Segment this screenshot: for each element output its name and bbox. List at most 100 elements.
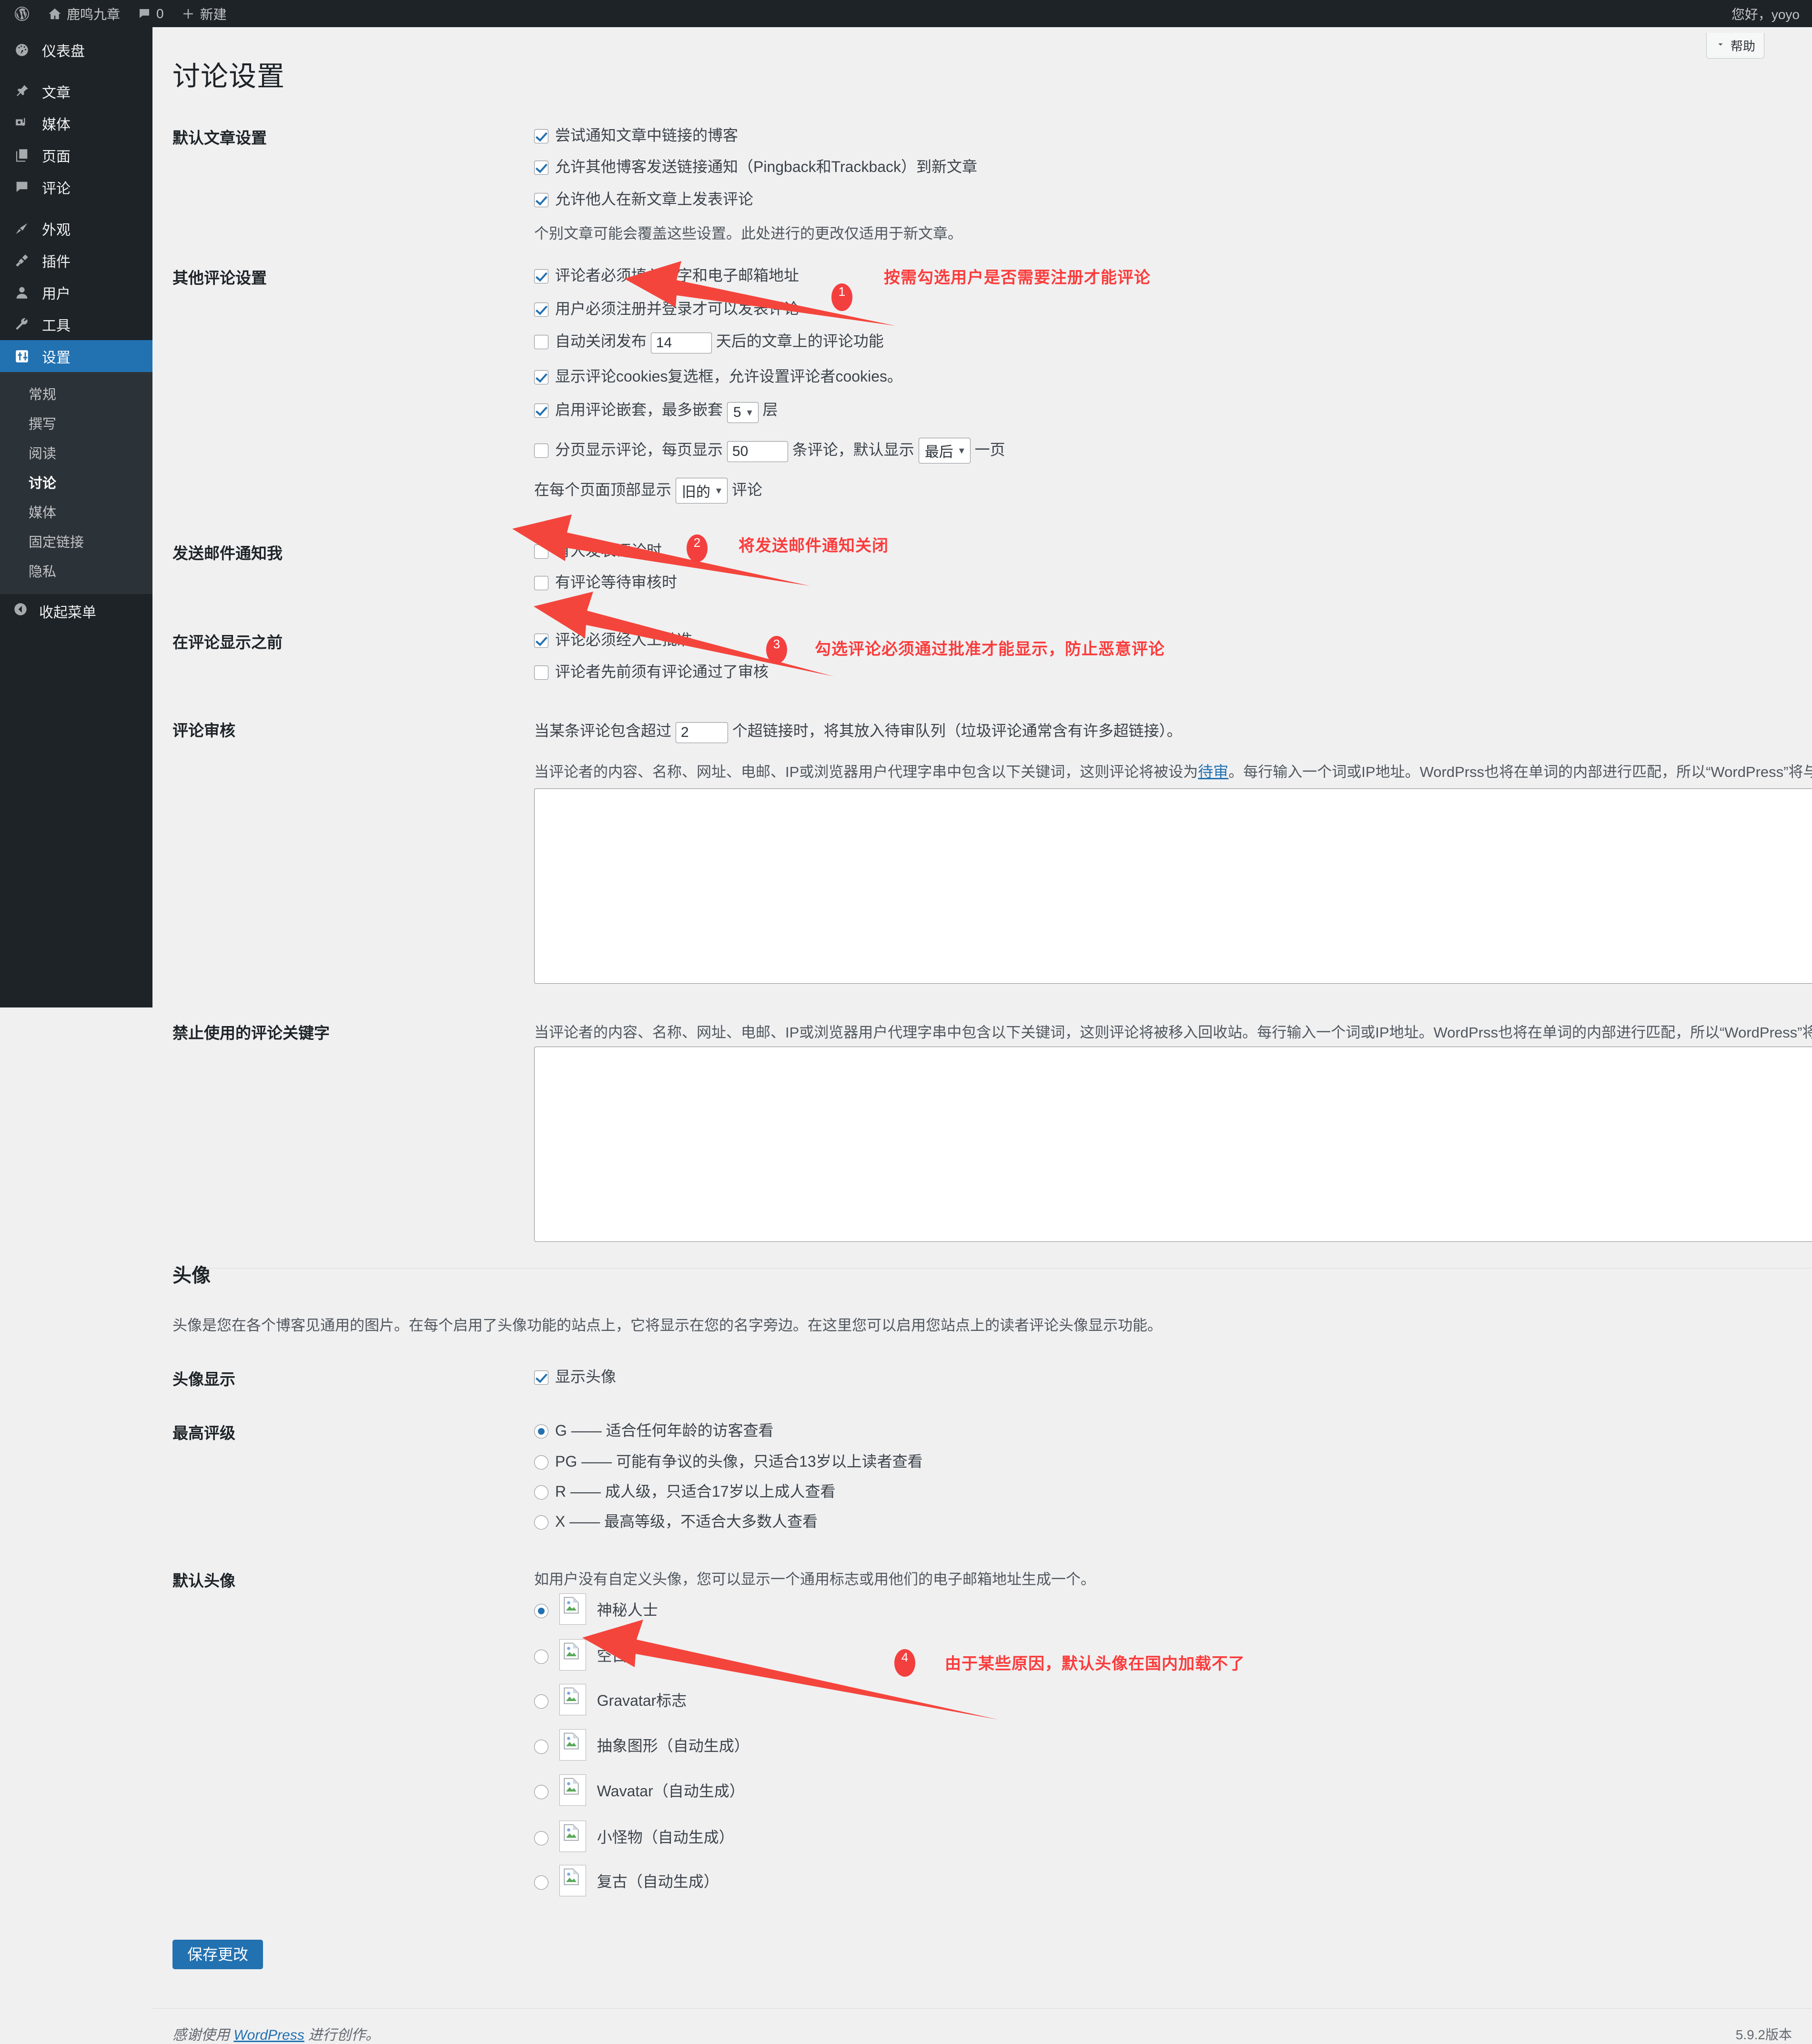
before-display-option-manual-approve[interactable]: 评论必须经人工批准	[534, 628, 692, 650]
sidebar-item-users[interactable]: 用户	[0, 276, 152, 308]
moderation-desc-link[interactable]: 待审	[1198, 763, 1228, 780]
option-label: 空白	[597, 1647, 628, 1664]
default-avatar-option-retro[interactable]: 复古（自动生成）	[534, 1865, 719, 1896]
before-display-option-previously-approved[interactable]: 评论者先前须有评论通过了审核	[534, 660, 769, 682]
sidebar-item-label: 仪表盘	[42, 43, 85, 60]
other-comment-option-require-registration[interactable]: 用户必须注册并登录才可以发表评论	[534, 297, 799, 319]
wordpress-link[interactable]: WordPress	[233, 2027, 304, 2043]
other-comment-option-name-email[interactable]: 评论者必须填入名字和电子邮箱地址	[534, 263, 799, 285]
sidebar-item-comments[interactable]: 评论	[0, 171, 152, 203]
default-avatar-option-identicon[interactable]: 抽象图形（自动生成）	[534, 1729, 749, 1761]
option-suffix: 天后的文章上的评论功能	[716, 332, 884, 350]
other-comment-option-auto-close[interactable]: 自动关闭发布 14 天后的文章上的评论功能	[534, 329, 884, 353]
checkbox[interactable]	[534, 161, 548, 175]
avatar-rating-option-pg[interactable]: PG —— 可能有争议的头像，只适合13岁以上读者查看	[534, 1450, 923, 1471]
default-avatar-option-blank[interactable]: 空白	[534, 1639, 628, 1671]
other-comment-option-cookies[interactable]: 显示评论cookies复选框，允许设置评论者cookies。	[534, 364, 902, 386]
radio[interactable]	[534, 1831, 548, 1845]
option-label: 复古（自动生成）	[597, 1873, 719, 1890]
default-avatar-option-wavatar[interactable]: Wavatar（自动生成）	[534, 1774, 745, 1806]
annotation-dot-2: 2	[687, 534, 708, 562]
checkbox[interactable]	[534, 269, 548, 283]
checkbox[interactable]	[534, 193, 548, 207]
default-avatar-option-monsterid[interactable]: 小怪物（自动生成）	[534, 1821, 734, 1852]
sidebar-item-reading[interactable]: 阅读	[0, 438, 152, 467]
radio[interactable]	[534, 1694, 548, 1709]
checkbox[interactable]	[534, 1370, 548, 1385]
radio[interactable]	[534, 1424, 548, 1439]
checkbox[interactable]	[534, 443, 548, 458]
checkbox[interactable]	[534, 665, 548, 680]
option-suffix: 层	[762, 401, 778, 418]
sidebar-item-media[interactable]: 媒体	[0, 107, 152, 139]
collapse-menu-button[interactable]: 收起菜单	[0, 594, 152, 628]
default-post-option-3[interactable]: 允许他人在新文章上发表评论	[534, 187, 753, 209]
sidebar-item-pages[interactable]: 页面	[0, 139, 152, 171]
moderation-label: 评论审核	[172, 722, 235, 739]
email-notify-option-new-comment[interactable]: 有人发表评论时	[534, 539, 662, 561]
auto-close-days-input[interactable]: 14	[650, 332, 712, 353]
radio[interactable]	[534, 1740, 548, 1754]
admin-bar-new[interactable]: 新建	[172, 0, 235, 27]
sidebar-item-general[interactable]: 常规	[0, 379, 152, 408]
sidebar-item-media-settings[interactable]: 媒体	[0, 497, 152, 526]
checkbox[interactable]	[534, 634, 548, 648]
radio[interactable]	[534, 1875, 548, 1890]
moderation-links-row[interactable]: 当某条评论包含超过 2 个超链接时，将其放入待审队列（垃圾评论通常含有许多超链接…	[534, 719, 1182, 743]
default-post-option-1[interactable]: 尝试通知文章中链接的博客	[534, 123, 738, 145]
sidebar-item-settings[interactable]: 设置	[0, 340, 152, 372]
default-page-select[interactable]: 最后 ▾	[918, 438, 971, 463]
chevron-down-icon: ▾	[716, 484, 721, 496]
sidebar-item-discussion[interactable]: 讨论	[0, 467, 152, 497]
thread-depth-select[interactable]: 5 ▾	[727, 402, 759, 423]
radio[interactable]	[534, 1785, 548, 1799]
wordpress-logo-icon[interactable]	[5, 0, 39, 27]
checkbox[interactable]	[534, 403, 548, 418]
sidebar-item-appearance[interactable]: 外观	[0, 212, 152, 244]
home-icon	[48, 7, 62, 21]
checkbox[interactable]	[534, 129, 548, 143]
other-comment-option-paging[interactable]: 分页显示评论，每页显示 50 条评论，默认显示 最后 ▾ 一页	[534, 438, 1005, 463]
radio[interactable]	[534, 1515, 548, 1530]
email-notify-option-held-comment[interactable]: 有评论等待审核时	[534, 570, 677, 592]
other-comment-option-threaded[interactable]: 启用评论嵌套，最多嵌套 5 ▾ 层	[534, 398, 778, 423]
moderation-links-input[interactable]: 2	[675, 722, 728, 743]
checkbox[interactable]	[534, 302, 548, 317]
avatar-display-option[interactable]: 显示头像	[534, 1365, 616, 1387]
default-avatar-option-gravatar-logo[interactable]: Gravatar标志	[534, 1684, 687, 1715]
comment-order-select[interactable]: 旧的 ▾	[675, 478, 728, 503]
sidebar-item-privacy[interactable]: 隐私	[0, 556, 152, 585]
option-label: G —— 适合任何年龄的访客查看	[555, 1422, 774, 1439]
blacklist-keys-textarea[interactable]	[534, 1047, 1812, 1242]
moderation-keys-textarea[interactable]	[534, 788, 1812, 984]
avatar-rating-option-r[interactable]: R —— 成人级，只适合17岁以上成人查看	[534, 1480, 836, 1501]
new-label: 新建	[200, 7, 227, 22]
sidebar-item-plugins[interactable]: 插件	[0, 244, 152, 276]
other-comment-option-order[interactable]: 在每个页面顶部显示 旧的 ▾ 评论	[534, 478, 762, 503]
checkbox[interactable]	[534, 576, 548, 590]
checkbox[interactable]	[534, 335, 548, 349]
sidebar-item-permalinks[interactable]: 固定链接	[0, 526, 152, 556]
radio[interactable]	[534, 1650, 548, 1664]
admin-bar-right[interactable]: 您好，yoyo	[1731, 4, 1812, 23]
radio[interactable]	[534, 1604, 548, 1618]
radio[interactable]	[534, 1485, 548, 1500]
help-tab-button[interactable]: 帮助	[1706, 33, 1764, 59]
admin-bar-comments[interactable]: 0	[129, 0, 172, 27]
sidebar-item-tools[interactable]: 工具	[0, 308, 152, 340]
dashboard-icon	[12, 40, 31, 60]
sidebar-item-writing[interactable]: 撰写	[0, 408, 152, 438]
admin-bar-site-name[interactable]: 鹿鸣九章	[39, 0, 129, 27]
avatar-rating-option-x[interactable]: X —— 最高等级，不适合大多数人查看	[534, 1510, 818, 1531]
save-button[interactable]: 保存更改	[172, 1940, 263, 1969]
default-post-option-2[interactable]: 允许其他博客发送链接通知（Pingback和Trackback）到新文章	[534, 155, 977, 177]
checkbox[interactable]	[534, 370, 548, 384]
avatar-rating-option-g[interactable]: G —— 适合任何年龄的访客查看	[534, 1419, 774, 1440]
default-avatar-option-mystery[interactable]: 神秘人士	[534, 1593, 658, 1625]
checkbox[interactable]	[534, 544, 548, 559]
comments-per-page-input[interactable]: 50	[727, 441, 788, 462]
radio[interactable]	[534, 1455, 548, 1470]
sidebar-item-dashboard[interactable]: 仪表盘	[0, 34, 152, 66]
sidebar-item-posts[interactable]: 文章	[0, 75, 152, 107]
annotation-text-1: 按需勾选用户是否需要注册才能评论	[884, 269, 1151, 287]
